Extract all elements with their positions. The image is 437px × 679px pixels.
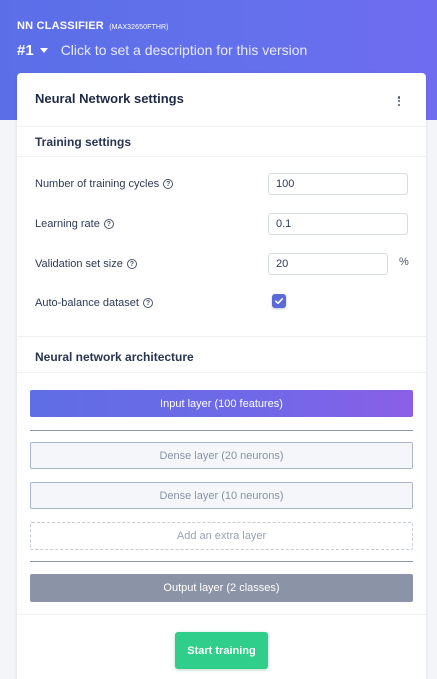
app-title: NN CLASSIFIER (MAX32650FTHR) [17,20,169,32]
card-title: Neural Network settings [35,91,184,106]
percent-unit: % [399,256,409,268]
version-selector: #1 Click to set a description for this v… [17,40,307,60]
version-number[interactable]: #1 [17,42,34,59]
input-layer[interactable]: Input layer (100 features) [30,390,413,417]
validation-size-label-text: Validation set size [35,258,123,270]
start-training-button[interactable]: Start training [175,632,268,669]
learning-rate-label-text: Learning rate [35,218,100,230]
auto-balance-label-text: Auto-balance dataset [35,297,139,309]
help-icon[interactable]: ? [163,179,174,189]
app-title-text: NN CLASSIFIER [17,20,104,32]
validation-size-input[interactable] [268,253,388,275]
training-settings-title: Training settings [35,135,132,149]
training-cycles-input[interactable] [268,173,408,195]
kebab-menu-icon[interactable] [394,94,404,108]
layer-separator [30,561,413,562]
card-header: Neural Network settings [17,73,426,127]
divider [17,614,426,615]
model-id: (MAX32650FTHR) [109,24,169,31]
version-description[interactable]: Click to set a description for this vers… [61,42,308,58]
divider [17,156,426,157]
auto-balance-checkbox[interactable] [272,294,286,308]
dense-layer-1[interactable]: Dense layer (20 neurons) [30,442,413,469]
divider [17,336,426,337]
dense-layer-2[interactable]: Dense layer (10 neurons) [30,482,413,509]
training-cycles-label: Number of training cycles ? [35,178,174,190]
training-cycles-label-text: Number of training cycles [35,178,160,190]
auto-balance-label: Auto-balance dataset ? [35,297,153,309]
layer-separator [30,430,413,431]
nn-settings-card: Neural Network settings Training setting… [17,73,426,679]
architecture-title: Neural network architecture [35,350,194,364]
learning-rate-label: Learning rate ? [35,218,114,230]
check-icon [275,298,284,305]
output-layer[interactable]: Output layer (2 classes) [30,574,413,602]
add-layer-button[interactable]: Add an extra layer [30,522,413,550]
learning-rate-input[interactable] [268,213,408,235]
help-icon[interactable]: ? [103,219,114,229]
divider [17,372,426,373]
help-icon[interactable]: ? [126,259,137,269]
validation-size-label: Validation set size ? [35,258,137,270]
chevron-down-icon[interactable] [39,48,48,53]
help-icon[interactable]: ? [142,298,153,308]
